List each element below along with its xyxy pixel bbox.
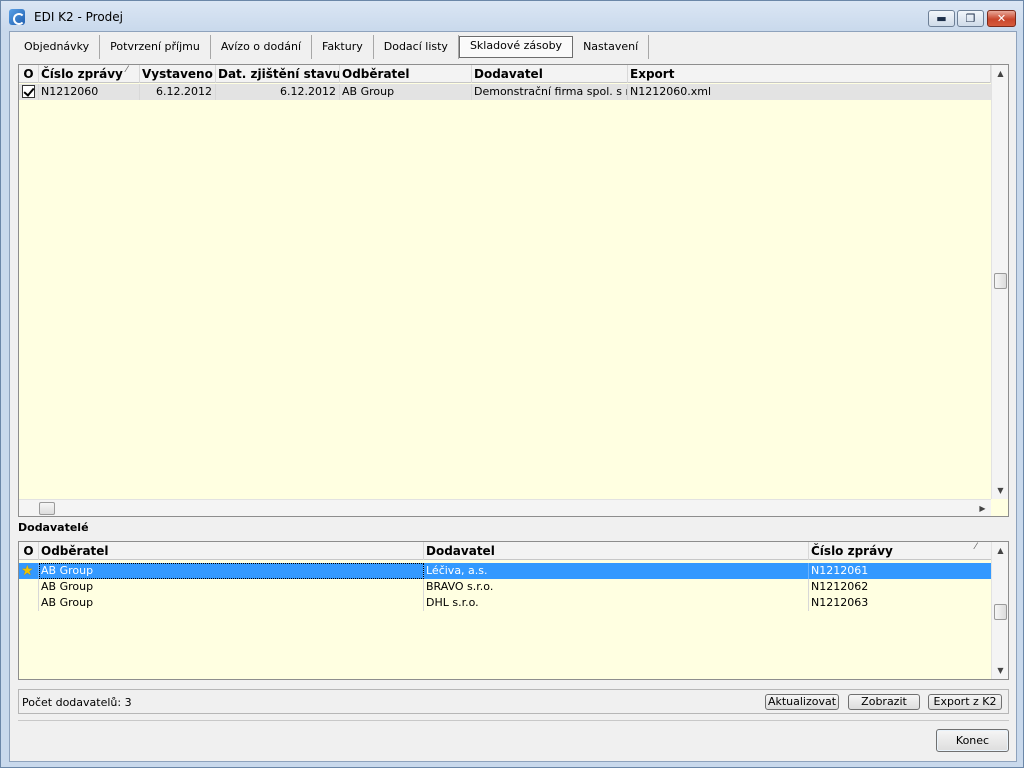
suppliers-section-label: Dodavatelé bbox=[18, 521, 89, 534]
tab-avizo-o-dodani[interactable]: Avízo o dodání bbox=[211, 35, 312, 59]
hscroll-thumb[interactable] bbox=[39, 502, 55, 515]
cell-odberatel: AB Group bbox=[39, 595, 424, 611]
cell-odberatel: AB Group bbox=[340, 84, 472, 100]
refresh-button[interactable]: Aktualizovat bbox=[765, 694, 839, 710]
tab-dodaci-listy[interactable]: Dodací listy bbox=[374, 35, 459, 59]
minimize-icon: ▬ bbox=[936, 12, 947, 25]
tab-objednavky[interactable]: Objednávky bbox=[14, 35, 101, 59]
col-header-o[interactable]: O bbox=[19, 542, 39, 560]
export-from-k2-button[interactable]: Export z K2 bbox=[928, 694, 1002, 710]
scroll-down-icon[interactable]: ▼ bbox=[992, 662, 1008, 679]
cell-cislo-zpravy: N1212062 bbox=[811, 580, 869, 593]
scroll-thumb[interactable] bbox=[994, 604, 1007, 620]
supplier-count-value: 3 bbox=[124, 696, 132, 709]
col-header-export[interactable]: Export bbox=[628, 65, 991, 83]
cell-cislo-zpravy: N1212060 bbox=[39, 84, 140, 100]
suppliers-vertical-scrollbar[interactable]: ▲ ▼ bbox=[991, 542, 1008, 679]
row-status-cell: ★ bbox=[19, 563, 39, 579]
tab-potvrzeni-prijmu[interactable]: Potvrzení příjmu bbox=[100, 35, 211, 59]
window-title: EDI K2 - Prodej bbox=[34, 10, 124, 24]
table-row[interactable]: AB Group DHL s.r.o. N1212063 bbox=[19, 595, 991, 611]
restore-button[interactable]: ❐ bbox=[957, 10, 984, 27]
table-row[interactable]: N1212060 6.12.2012 6.12.2012 AB Group De… bbox=[19, 84, 991, 100]
sort-ascending-icon: ⁄ bbox=[126, 65, 128, 75]
table-row[interactable]: ★ AB Group Léčiva, a.s. N1212061 bbox=[19, 563, 991, 579]
cell-cislo-zpravy: N1212061 bbox=[811, 564, 869, 577]
show-button[interactable]: Zobrazit bbox=[848, 694, 920, 710]
cell-odberatel: AB Group bbox=[39, 579, 424, 595]
cell-odberatel: AB Group bbox=[39, 563, 424, 579]
cell-cislo-zpravy: N1212063 bbox=[811, 596, 869, 609]
col-header-o[interactable]: O bbox=[19, 65, 39, 83]
messages-grid-header: O Číslo zprávy ⁄ Vystaveno Dat. zjištění… bbox=[19, 65, 991, 83]
minimize-button[interactable]: ▬ bbox=[928, 10, 955, 27]
col-header-cislo-zpravy[interactable]: Číslo zprávy bbox=[809, 542, 991, 560]
table-row[interactable]: AB Group BRAVO s.r.o. N1212062 bbox=[19, 579, 991, 595]
messages-vertical-scrollbar[interactable]: ▲ ▼ bbox=[991, 65, 1008, 499]
tab-strip: Objednávky Potvrzení příjmu Avízo o dodá… bbox=[14, 35, 650, 59]
col-header-dodavatel[interactable]: Dodavatel bbox=[472, 65, 628, 83]
col-header-vystaveno[interactable]: Vystaveno bbox=[140, 65, 216, 83]
scroll-right-icon[interactable]: ▶ bbox=[974, 500, 991, 516]
messages-horizontal-scrollbar[interactable]: ▶ bbox=[19, 499, 991, 516]
suppliers-grid-header: O Odběratel Dodavatel Číslo zprávy ⁄ bbox=[19, 542, 991, 560]
col-header-dat-zjisteni[interactable]: Dat. zjištění stavu bbox=[216, 65, 340, 83]
cell-dat-zjisteni: 6.12.2012 bbox=[216, 84, 340, 100]
row-status-cell bbox=[19, 579, 39, 595]
status-bar: Počet dodavatelů: 3 Aktualizovat Zobrazi… bbox=[18, 689, 1009, 714]
divider bbox=[18, 720, 1009, 721]
app-logo-icon bbox=[9, 9, 25, 25]
row-checkbox-cell[interactable] bbox=[19, 84, 39, 100]
scroll-up-icon[interactable]: ▲ bbox=[992, 542, 1008, 559]
col-header-odberatel[interactable]: Odběratel bbox=[39, 542, 424, 560]
col-header-cislo-zpravy[interactable]: Číslo zprávy bbox=[39, 65, 140, 83]
scroll-thumb[interactable] bbox=[994, 273, 1007, 289]
cell-dodavatel: DHL s.r.o. bbox=[424, 595, 809, 611]
checkbox-checked-icon[interactable] bbox=[22, 85, 35, 98]
title-bar[interactable]: EDI K2 - Prodej ▬ ❐ ✕ bbox=[1, 1, 1023, 31]
close-dialog-button[interactable]: Konec bbox=[936, 729, 1009, 752]
sort-ascending-icon: ⁄ bbox=[975, 542, 977, 552]
app-window: EDI K2 - Prodej ▬ ❐ ✕ Objednávky Potvrze… bbox=[0, 0, 1024, 768]
cell-export: N1212060.xml bbox=[630, 85, 711, 98]
col-header-odberatel[interactable]: Odběratel bbox=[340, 65, 472, 83]
tab-faktury[interactable]: Faktury bbox=[312, 35, 374, 59]
cell-vystaveno: 6.12.2012 bbox=[140, 84, 216, 100]
suppliers-grid: O Odběratel Dodavatel Číslo zprávy ⁄ ★ A… bbox=[18, 541, 1009, 680]
tab-skladove-zasoby[interactable]: Skladové zásoby bbox=[458, 36, 574, 58]
col-header-dodavatel[interactable]: Dodavatel bbox=[424, 542, 809, 560]
row-status-cell bbox=[19, 595, 39, 611]
messages-grid: O Číslo zprávy ⁄ Vystaveno Dat. zjištění… bbox=[18, 64, 1009, 517]
scroll-up-icon[interactable]: ▲ bbox=[992, 65, 1008, 82]
cell-dodavatel: Léčiva, a.s. bbox=[424, 563, 809, 579]
restore-icon: ❐ bbox=[965, 12, 976, 25]
main-panel: Objednávky Potvrzení příjmu Avízo o dodá… bbox=[9, 31, 1017, 762]
cell-dodavatel: Demonstrační firma spol. s r.o. bbox=[474, 84, 628, 100]
close-button[interactable]: ✕ bbox=[987, 10, 1016, 27]
tab-nastaveni[interactable]: Nastavení bbox=[573, 35, 650, 59]
scroll-down-icon[interactable]: ▼ bbox=[992, 482, 1008, 499]
supplier-count-label: Počet dodavatelů: 3 bbox=[22, 696, 132, 709]
close-icon: ✕ bbox=[996, 12, 1007, 25]
star-icon: ★ bbox=[21, 563, 34, 579]
cell-dodavatel: BRAVO s.r.o. bbox=[424, 579, 809, 595]
